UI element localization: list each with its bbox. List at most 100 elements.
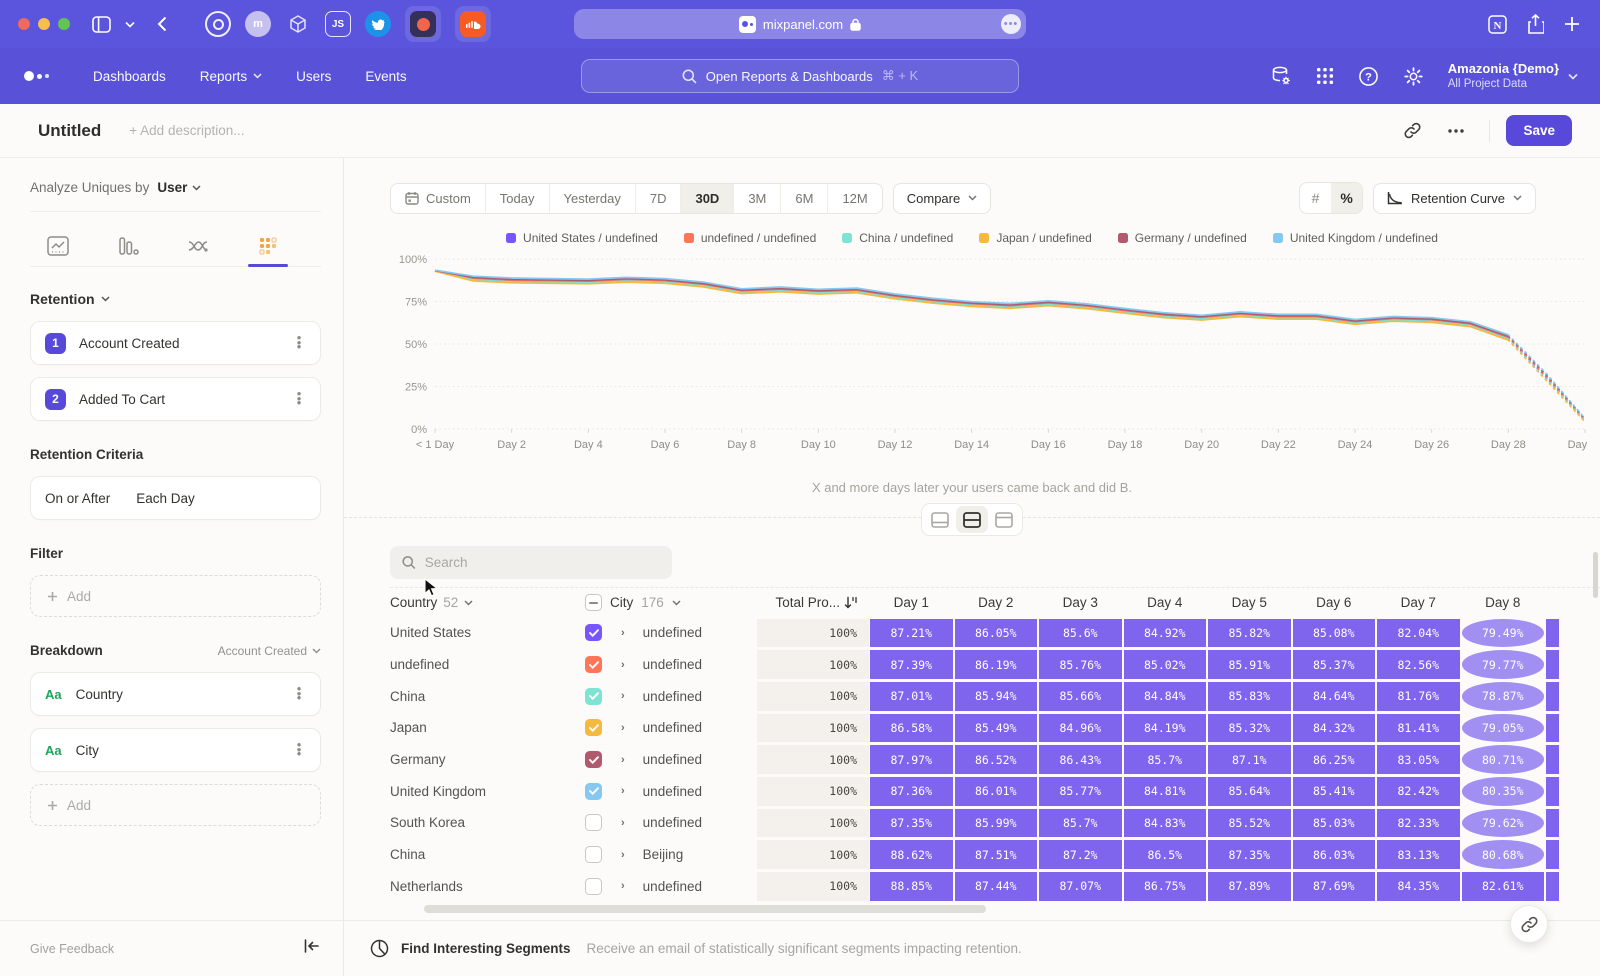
retention-cell[interactable]: 87.69% <box>1292 871 1377 903</box>
extension-soundcloud-pill[interactable] <box>455 6 491 42</box>
retention-cell[interactable]: 83.05% <box>1376 744 1461 776</box>
tab-retention[interactable] <box>240 226 296 266</box>
retention-cell[interactable]: 85.52% <box>1207 807 1292 839</box>
expand-chevron-icon[interactable]: › <box>621 690 625 702</box>
total-column-header[interactable]: Total Pro... <box>757 595 869 610</box>
range-12m[interactable]: 12M <box>828 184 881 213</box>
expand-chevron-icon[interactable]: › <box>621 754 625 766</box>
add-breakdown-button[interactable]: Add <box>30 784 321 826</box>
retention-cell[interactable]: 85.99% <box>954 807 1039 839</box>
retention-cell[interactable]: 87.89% <box>1207 871 1292 903</box>
row-checkbox[interactable] <box>585 751 602 768</box>
extension-m-icon[interactable]: m <box>245 11 271 37</box>
day-column-header[interactable]: Day 1 <box>869 595 954 610</box>
retention-cell[interactable]: 87.1% <box>1207 744 1292 776</box>
table-search-input[interactable] <box>425 555 660 570</box>
extension-cube-icon[interactable] <box>285 11 311 37</box>
retention-cell[interactable]: 86.58% <box>869 712 954 744</box>
retention-cell[interactable]: 86.03% <box>1292 839 1377 871</box>
retention-cell[interactable]: 83.13% <box>1376 839 1461 871</box>
retention-cell[interactable]: 87.21% <box>869 617 954 649</box>
retention-cell[interactable]: 85.37% <box>1292 649 1377 681</box>
table-search[interactable] <box>390 546 672 579</box>
day-column-header[interactable]: Day 4 <box>1123 595 1208 610</box>
row-checkbox[interactable] <box>585 624 602 641</box>
range-7d[interactable]: 7D <box>636 184 682 213</box>
project-selector[interactable]: Amazonia {Demo} All Project Data <box>1448 61 1578 92</box>
retention-cell[interactable]: 86.05% <box>954 617 1039 649</box>
expand-chevron-icon[interactable]: › <box>621 817 625 829</box>
retention-cell[interactable]: 85.7% <box>1038 807 1123 839</box>
breakdown-event-dropdown[interactable]: Account Created <box>218 644 321 658</box>
chart-type-dropdown[interactable]: Retention Curve <box>1373 183 1536 214</box>
retention-cell[interactable]: 85.49% <box>954 712 1039 744</box>
retention-cell[interactable]: 84.81% <box>1123 775 1208 807</box>
retention-cell[interactable]: 84.83% <box>1123 807 1208 839</box>
unit-percent-button[interactable]: % <box>1331 183 1362 213</box>
retention-cell[interactable]: 85.64% <box>1207 775 1292 807</box>
analyze-entity-dropdown[interactable]: User <box>157 180 201 195</box>
expand-chevron-icon[interactable]: › <box>621 659 625 671</box>
retention-cell[interactable]: 85.7% <box>1123 744 1208 776</box>
day-column-header[interactable]: Day 6 <box>1292 595 1377 610</box>
retention-step-2[interactable]: 2Added To Cart••• <box>30 377 321 421</box>
share-link-fab[interactable] <box>1510 905 1548 943</box>
data-management-icon[interactable] <box>1270 65 1292 87</box>
retention-cell[interactable]: 85.91% <box>1207 649 1292 681</box>
compare-button[interactable]: Compare <box>893 183 991 214</box>
tab-flows[interactable] <box>170 226 226 266</box>
step-options-icon[interactable]: ••• <box>290 392 308 406</box>
day-column-header[interactable]: Day 3 <box>1038 595 1123 610</box>
view-split-button[interactable] <box>956 506 988 533</box>
retention-cell[interactable]: 86.25% <box>1292 744 1377 776</box>
country-column-header[interactable]: Country 52 <box>390 595 585 610</box>
retention-cell[interactable]: 86.75% <box>1123 871 1208 903</box>
retention-step-1[interactable]: 1Account Created••• <box>30 321 321 365</box>
retention-cell[interactable]: 80.35% <box>1461 775 1546 807</box>
city-column-header[interactable]: City 176 <box>585 594 757 611</box>
unit-count-button[interactable]: # <box>1300 183 1331 213</box>
retention-cell[interactable]: 84.64% <box>1292 680 1377 712</box>
retention-cell[interactable]: 87.97% <box>869 744 954 776</box>
retention-cell[interactable]: 87.35% <box>869 807 954 839</box>
retention-cell[interactable]: 84.19% <box>1123 712 1208 744</box>
retention-cell[interactable]: 84.92% <box>1123 617 1208 649</box>
nav-item-events[interactable]: Events <box>365 69 406 84</box>
retention-cell[interactable]: 80.68% <box>1461 839 1546 871</box>
legend-item[interactable]: Japan / undefined <box>979 231 1091 245</box>
retention-cell[interactable]: 82.33% <box>1376 807 1461 839</box>
range-6m[interactable]: 6M <box>781 184 828 213</box>
close-window-button[interactable] <box>18 18 30 30</box>
add-filter-button[interactable]: Add <box>30 575 321 617</box>
retention-cell[interactable]: 86.19% <box>954 649 1039 681</box>
retention-cell[interactable]: 85.94% <box>954 680 1039 712</box>
row-checkbox[interactable] <box>585 878 602 895</box>
retention-cell[interactable]: 85.76% <box>1038 649 1123 681</box>
expand-chevron-icon[interactable]: › <box>621 849 625 861</box>
nav-item-dashboards[interactable]: Dashboards <box>93 69 166 84</box>
retention-cell[interactable]: 80.71% <box>1461 744 1546 776</box>
row-checkbox[interactable] <box>585 688 602 705</box>
retention-cell[interactable]: 84.96% <box>1038 712 1123 744</box>
range-30d[interactable]: 30D <box>681 184 734 213</box>
sidebar-toggle-icon[interactable] <box>92 16 111 33</box>
retention-cell[interactable]: 86.43% <box>1038 744 1123 776</box>
legend-item[interactable]: undefined / undefined <box>684 231 816 245</box>
step-options-icon[interactable]: ••• <box>290 336 308 350</box>
retention-cell[interactable]: 87.35% <box>1207 839 1292 871</box>
back-button[interactable] <box>157 16 167 32</box>
retention-cell[interactable]: 87.01% <box>869 680 954 712</box>
expand-chevron-icon[interactable]: › <box>621 722 625 734</box>
day-column-header[interactable]: Day 8 <box>1461 595 1546 610</box>
legend-item[interactable]: United States / undefined <box>506 231 658 245</box>
notion-icon[interactable]: N <box>1488 15 1507 34</box>
add-description-button[interactable]: + Add description... <box>129 123 244 138</box>
mixpanel-logo[interactable] <box>24 71 49 81</box>
retention-cell[interactable]: 79.62% <box>1461 807 1546 839</box>
share-icon[interactable] <box>1527 14 1544 34</box>
breakdown-options-icon[interactable]: ••• <box>290 687 308 701</box>
retention-cell[interactable]: 87.2% <box>1038 839 1123 871</box>
give-feedback-link[interactable]: Give Feedback <box>30 942 114 956</box>
retention-cell[interactable]: 81.41% <box>1376 712 1461 744</box>
retention-cell[interactable]: 85.03% <box>1292 807 1377 839</box>
